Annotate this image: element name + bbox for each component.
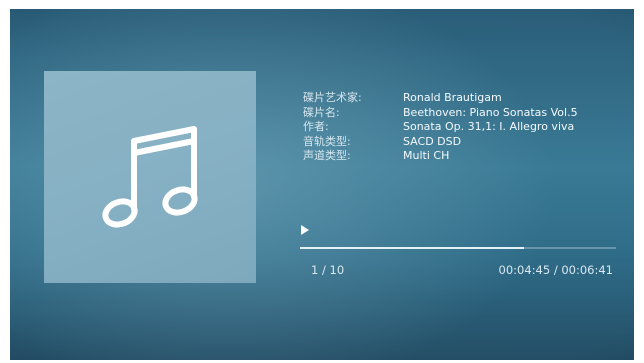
music-note-icon — [102, 126, 198, 228]
info-value: Ronald Brautigam — [403, 91, 502, 104]
info-value: SACD DSD — [403, 134, 462, 148]
progress-fill — [300, 247, 525, 249]
info-label: 音轨类型: — [303, 134, 351, 148]
info-label: 作者: — [303, 120, 329, 133]
track-count: 1 / 10 — [311, 263, 345, 277]
info-row-channel-type: 声道类型: Multi CH — [303, 149, 578, 164]
playback-time: 00:04:45 / 00:06:41 — [498, 263, 613, 277]
info-label: 碟片名: — [303, 105, 340, 119]
info-value: Beethoven: Piano Sonatas Vol.5 — [403, 105, 578, 119]
play-icon[interactable] — [301, 225, 309, 235]
info-label: 碟片艺术家: — [303, 91, 362, 104]
track-info: 碟片艺术家: Ronald Brautigam 碟片名: Beethoven: … — [303, 91, 578, 164]
info-row-album: 碟片名: Beethoven: Piano Sonatas Vol.5 — [303, 106, 578, 121]
info-row-track-type: 音轨类型: SACD DSD — [303, 135, 578, 150]
info-row-composer: 作者: Sonata Op. 31,1: I. Allegro viva — [303, 120, 578, 135]
info-row-artist: 碟片艺术家: Ronald Brautigam — [303, 91, 578, 106]
album-art — [44, 71, 256, 283]
progress-bar[interactable] — [300, 247, 616, 249]
info-label: 声道类型: — [303, 149, 351, 162]
player-screen: 碟片艺术家: Ronald Brautigam 碟片名: Beethoven: … — [10, 9, 634, 360]
info-value: Sonata Op. 31,1: I. Allegro viva — [403, 120, 575, 133]
info-value: Multi CH — [403, 149, 450, 162]
